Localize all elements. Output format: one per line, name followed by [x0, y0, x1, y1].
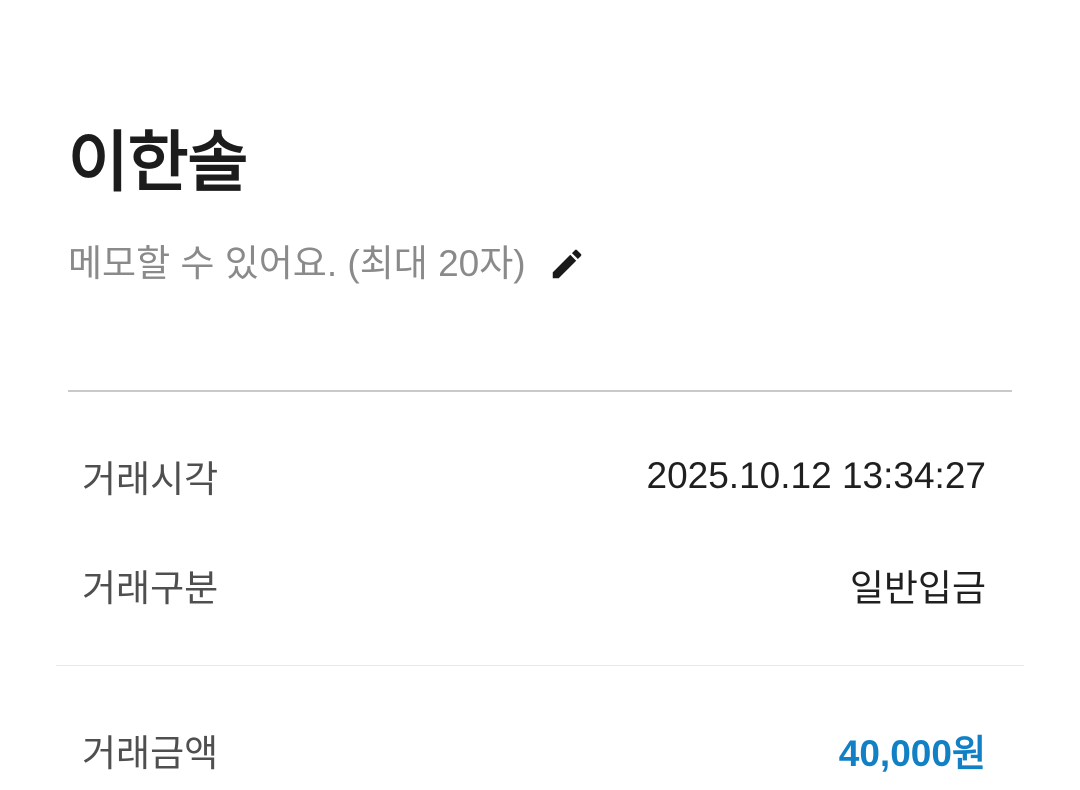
transaction-type-row: 거래구분 일반입금 [82, 555, 986, 615]
transaction-type-value: 일반입금 [849, 568, 986, 609]
transaction-time-value: 2025.10.12 13:34:27 [646, 455, 987, 496]
transaction-time-row: 거래시각 2025.10.12 13:34:27 [82, 446, 986, 506]
transaction-type-label: 거래구분 [82, 568, 219, 609]
counterparty-name: 이한솔 [68, 125, 248, 199]
memo-field[interactable]: 메모할 수 있어요. (최대 20자) [68, 240, 586, 288]
section-divider-light [56, 665, 1024, 666]
transaction-detail-page: 이한솔 메모할 수 있어요. (최대 20자) 거래시각 2025.10.12 … [0, 0, 1080, 790]
memo-placeholder[interactable]: 메모할 수 있어요. (최대 20자) [68, 240, 526, 288]
transaction-amount-label: 거래금액 [82, 733, 219, 774]
pencil-icon[interactable] [548, 245, 586, 283]
transaction-amount-value: 40,000원 [838, 733, 986, 774]
section-divider [68, 390, 1012, 392]
transaction-amount-row: 거래금액 40,000원 [82, 720, 986, 780]
transaction-time-label: 거래시각 [82, 459, 219, 500]
